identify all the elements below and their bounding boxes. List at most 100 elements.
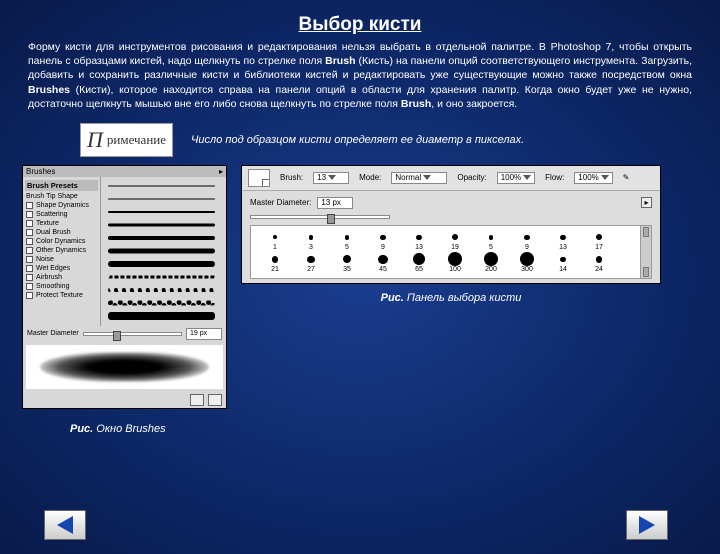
options-bar: Brush: 13 Mode: Normal Opacity: 100% Flo… [242, 166, 660, 191]
brushes-tab-label: Brushes [26, 167, 55, 176]
chevron-down-icon[interactable] [601, 175, 609, 180]
brushes-sidebar: Brush Presets Brush Tip Shape Shape Dyna… [23, 177, 101, 326]
stroke-preview[interactable] [103, 285, 220, 296]
brush-swatch[interactable]: 17 [581, 230, 617, 251]
brush-swatch[interactable]: 65 [401, 252, 437, 273]
brush-swatch[interactable]: 9 [509, 230, 545, 251]
brush-swatch[interactable]: 45 [365, 252, 401, 273]
airbrush-icon[interactable]: ✎ [623, 173, 630, 182]
opacity-field[interactable]: 100% [497, 172, 535, 184]
opt-color-dynamics[interactable]: Color Dynamics [25, 238, 98, 245]
note-rest: римечание [107, 132, 166, 148]
brush-label: Brush: [280, 173, 303, 182]
opt-airbrush[interactable]: Airbrush [25, 274, 98, 281]
stroke-preview[interactable] [103, 246, 220, 257]
opt-texture[interactable]: Texture [25, 220, 98, 227]
grid-row: 13591319591317 [257, 230, 645, 252]
opt-scattering[interactable]: Scattering [25, 211, 98, 218]
brush-swatch[interactable]: 3 [293, 230, 329, 251]
brush-size-field[interactable]: 13 [313, 172, 349, 184]
arrow-right-icon [639, 516, 655, 534]
brush-swatch[interactable]: 5 [329, 230, 365, 251]
chevron-down-icon[interactable] [328, 175, 336, 180]
brush-preview [26, 345, 223, 389]
flyout-icon[interactable]: ▸ [641, 197, 652, 208]
page-title: Выбор кисти [0, 14, 720, 36]
chevron-down-icon[interactable] [423, 175, 431, 180]
new-brush-button[interactable] [190, 394, 204, 406]
md-slider[interactable] [250, 215, 390, 219]
flow-label: Flow: [545, 173, 564, 182]
brush-swatch[interactable]: 5 [473, 230, 509, 251]
note-text: Число под образцом кисти определяет ее д… [191, 134, 524, 146]
note-letter: П [87, 127, 103, 153]
brush-swatch[interactable]: 27 [293, 252, 329, 273]
brush-option-panel: Brush: 13 Mode: Normal Opacity: 100% Flo… [241, 165, 661, 284]
grid-row: 21273545651002003001424 [257, 252, 645, 274]
brushes-window: Brushes ▸ Brush Presets Brush Tip Shape … [22, 165, 227, 409]
diameter-value[interactable]: 19 px [186, 328, 222, 340]
brush-presets-header[interactable]: Brush Presets [25, 180, 98, 191]
master-diameter-row: Master Diameter 19 px [23, 326, 226, 342]
brush-swatch[interactable]: 13 [401, 230, 437, 251]
brush-swatch[interactable]: 24 [581, 252, 617, 273]
master-diameter-label: Master Diameter [27, 330, 79, 337]
caption-left: Рис. Окно Brushes [0, 423, 720, 435]
opt-smoothing[interactable]: Smoothing [25, 283, 98, 290]
brushes-tab[interactable]: Brushes ▸ [23, 166, 226, 177]
mode-select[interactable]: Normal [391, 172, 447, 184]
caption-right: Рис. Панель выбора кисти [241, 292, 661, 304]
trash-icon[interactable] [208, 394, 222, 406]
stroke-preview[interactable] [103, 311, 220, 322]
stroke-preview[interactable] [103, 272, 220, 283]
stroke-preview[interactable] [103, 207, 220, 218]
brush-swatch[interactable]: 19 [437, 230, 473, 251]
stroke-preview[interactable] [103, 233, 220, 244]
tool-icon[interactable] [248, 169, 270, 187]
brush-grid: 13591319591317 21273545651002003001424 [250, 225, 652, 279]
brush-swatch[interactable]: 100 [437, 252, 473, 273]
opacity-label: Opacity: [457, 173, 486, 182]
brush-swatch[interactable]: 21 [257, 252, 293, 273]
chevron-down-icon[interactable] [523, 175, 531, 180]
brush-swatch[interactable]: 9 [365, 230, 401, 251]
brush-strokes [101, 177, 226, 326]
brush-blob [40, 352, 209, 382]
main-paragraph: Форму кисти для инструментов рисования и… [0, 36, 720, 117]
kw-brushes: Brushes [28, 84, 70, 96]
brush-swatch[interactable]: 1 [257, 230, 293, 251]
opt-wet-edges[interactable]: Wet Edges [25, 265, 98, 272]
brush-swatch[interactable]: 200 [473, 252, 509, 273]
note-badge: Примечание [80, 123, 173, 157]
menu-icon[interactable]: ▸ [219, 167, 223, 176]
stroke-preview[interactable] [103, 181, 220, 192]
stroke-preview[interactable] [103, 298, 220, 309]
para-text: , и оно закроется. [431, 98, 517, 110]
stroke-preview[interactable] [103, 259, 220, 270]
brush-swatch[interactable]: 14 [545, 252, 581, 273]
brush-option-panel-wrap: Brush: 13 Mode: Normal Opacity: 100% Flo… [241, 165, 661, 306]
opt-protect-texture[interactable]: Protect Texture [25, 292, 98, 299]
stroke-preview[interactable] [103, 194, 220, 205]
next-button[interactable] [626, 510, 668, 540]
brush-swatch[interactable]: 13 [545, 230, 581, 251]
scrollbar[interactable] [640, 226, 651, 278]
kw-brush: Brush [325, 55, 355, 67]
flow-field[interactable]: 100% [574, 172, 612, 184]
brush-swatch[interactable]: 300 [509, 252, 545, 273]
opt-other-dynamics[interactable]: Other Dynamics [25, 247, 98, 254]
opt-noise[interactable]: Noise [25, 256, 98, 263]
md-label: Master Diameter: [250, 198, 311, 207]
kw-brush: Brush [401, 98, 431, 110]
stroke-preview[interactable] [103, 220, 220, 231]
prev-button[interactable] [44, 510, 86, 540]
para-text: (Кисти), которое находится справа на пан… [28, 84, 692, 110]
opt-dual-brush[interactable]: Dual Brush [25, 229, 98, 236]
brush-swatch[interactable]: 35 [329, 252, 365, 273]
diameter-slider[interactable] [83, 332, 182, 336]
opt-shape-dynamics[interactable]: Shape Dynamics [25, 202, 98, 209]
note-row: Примечание Число под образцом кисти опре… [0, 123, 720, 157]
master-diameter-row: Master Diameter: 13 px ▸ [250, 197, 652, 209]
md-value[interactable]: 13 px [317, 197, 353, 209]
brush-tip-shape[interactable]: Brush Tip Shape [25, 193, 98, 200]
